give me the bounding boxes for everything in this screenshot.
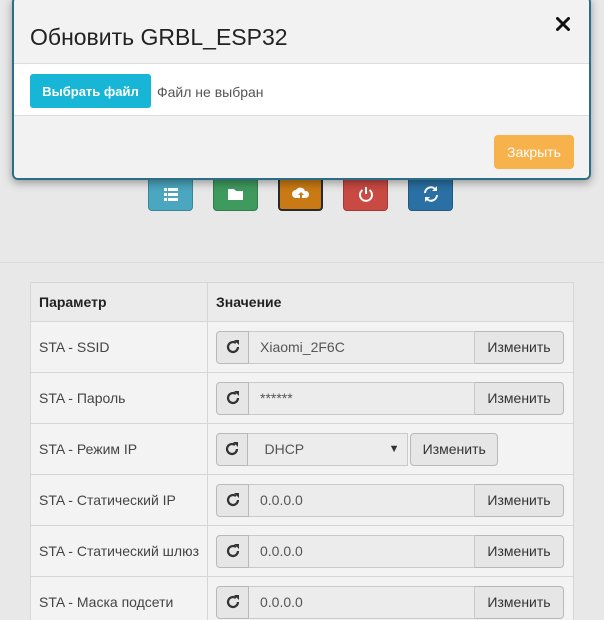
dialog-footer: Закрыть xyxy=(14,117,589,178)
dialog-body: Выбрать файл Файл не выбран xyxy=(14,64,589,116)
close-button[interactable]: Закрыть xyxy=(494,135,574,169)
update-firmware-dialog: Обновить GRBL_ESP32 Выбрать файл Файл не… xyxy=(12,0,591,180)
close-icon[interactable] xyxy=(553,14,573,34)
dialog-header: Обновить GRBL_ESP32 xyxy=(14,0,589,64)
choose-file-button[interactable]: Выбрать файл xyxy=(30,74,151,108)
file-status-text: Файл не выбран xyxy=(157,84,264,100)
dialog-title: Обновить GRBL_ESP32 xyxy=(30,24,288,50)
